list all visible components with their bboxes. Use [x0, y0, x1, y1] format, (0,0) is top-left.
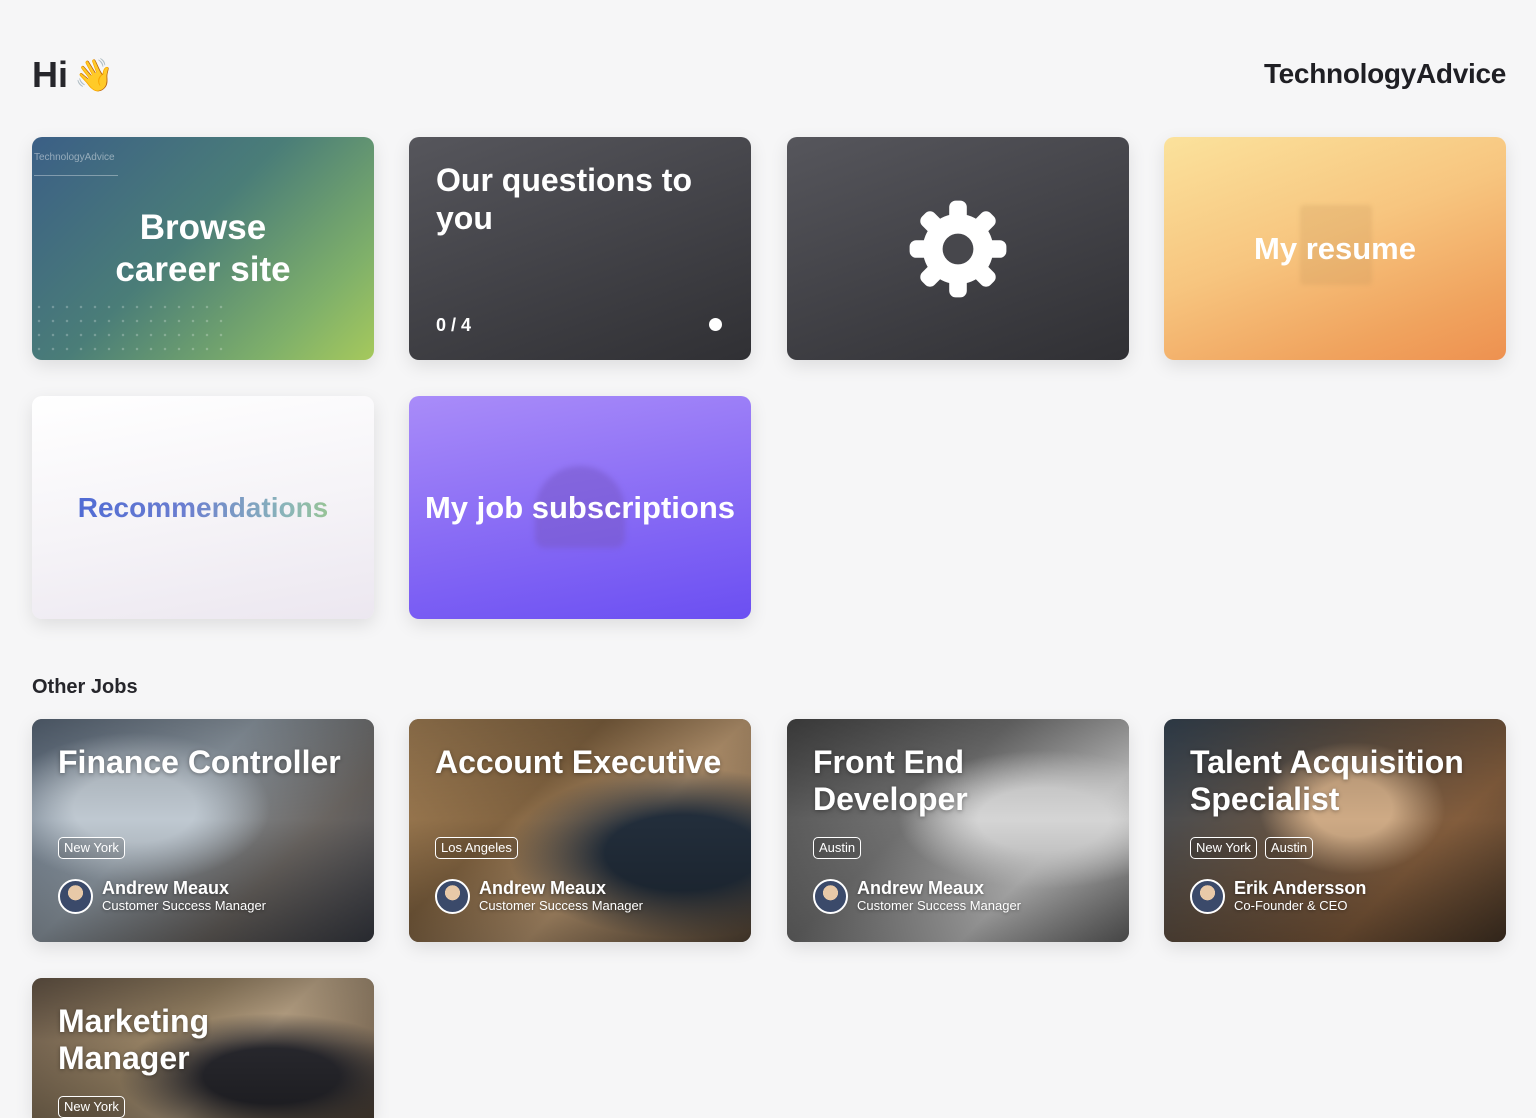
job-card[interactable]: Account Executive Los Angeles Andrew Mea…: [409, 719, 751, 942]
greeting: Hi 👋: [32, 54, 114, 96]
browse-career-site-tile[interactable]: TechnologyAdvice Browse career site: [32, 137, 374, 360]
job-card[interactable]: Talent Acquisition Specialist New York A…: [1164, 719, 1506, 942]
recruiter-role: Co-Founder & CEO: [1234, 898, 1348, 913]
recruiter-role: Customer Success Manager: [102, 898, 267, 913]
recruiter-name: Andrew Meaux: [857, 878, 985, 898]
recommendations-tile[interactable]: Recommendations: [32, 396, 374, 619]
location-tag: New York: [58, 837, 125, 859]
settings-tile[interactable]: [787, 137, 1129, 360]
job-card[interactable]: Finance Controller New York Andrew Meaux…: [32, 719, 374, 942]
avatar: [435, 879, 470, 914]
job-card[interactable]: Marketing Manager New York: [32, 978, 374, 1118]
recommendations-title: Recommendations: [32, 396, 374, 619]
my-resume-title: My resume: [1254, 230, 1416, 266]
location-tag: New York: [58, 1096, 125, 1118]
job-title: Marketing Manager: [58, 1003, 210, 1076]
company-brand: TechnologyAdvice: [1263, 58, 1506, 89]
greeting-text: Hi: [32, 54, 68, 95]
browse-career-site-title: Browse career site: [115, 207, 291, 289]
recruiter-name: Andrew Meaux: [479, 878, 607, 898]
job-title: Front End Developer: [813, 744, 968, 817]
location-tag: Austin: [1264, 837, 1314, 859]
location-tag: Los Angeles: [435, 837, 518, 859]
avatar: [813, 879, 848, 914]
recruiter-name: Andrew Meaux: [102, 878, 230, 898]
job-subscriptions-title: My job subscriptions: [424, 489, 736, 525]
job-title: Finance Controller: [58, 744, 341, 780]
avatar: [1190, 879, 1225, 914]
questions-title: Our questions to you: [436, 162, 692, 236]
location-tag: Austin: [813, 837, 862, 859]
job-title: Talent Acquisition Specialist: [1190, 744, 1464, 817]
other-jobs-heading: Other Jobs: [32, 676, 138, 698]
job-card[interactable]: Front End Developer Austin Andrew Meaux …: [787, 719, 1129, 942]
questions-tile[interactable]: Our questions to you 0 / 4: [409, 137, 751, 360]
recruiter-role: Customer Success Manager: [857, 898, 1022, 913]
recruiter-name: Erik Andersson: [1234, 878, 1367, 898]
job-title: Account Executive: [435, 744, 722, 780]
my-resume-tile[interactable]: My resume: [1164, 137, 1506, 360]
gear-icon: [909, 200, 1007, 297]
location-tag: New York: [1190, 837, 1257, 859]
status-dot-icon: [709, 318, 722, 331]
questions-progress: 0 / 4: [436, 315, 472, 335]
avatar: [58, 879, 93, 914]
job-subscriptions-tile[interactable]: My job subscriptions: [409, 396, 751, 619]
recruiter-role: Customer Success Manager: [479, 898, 644, 913]
waving-hand-icon: 👋: [74, 56, 114, 94]
